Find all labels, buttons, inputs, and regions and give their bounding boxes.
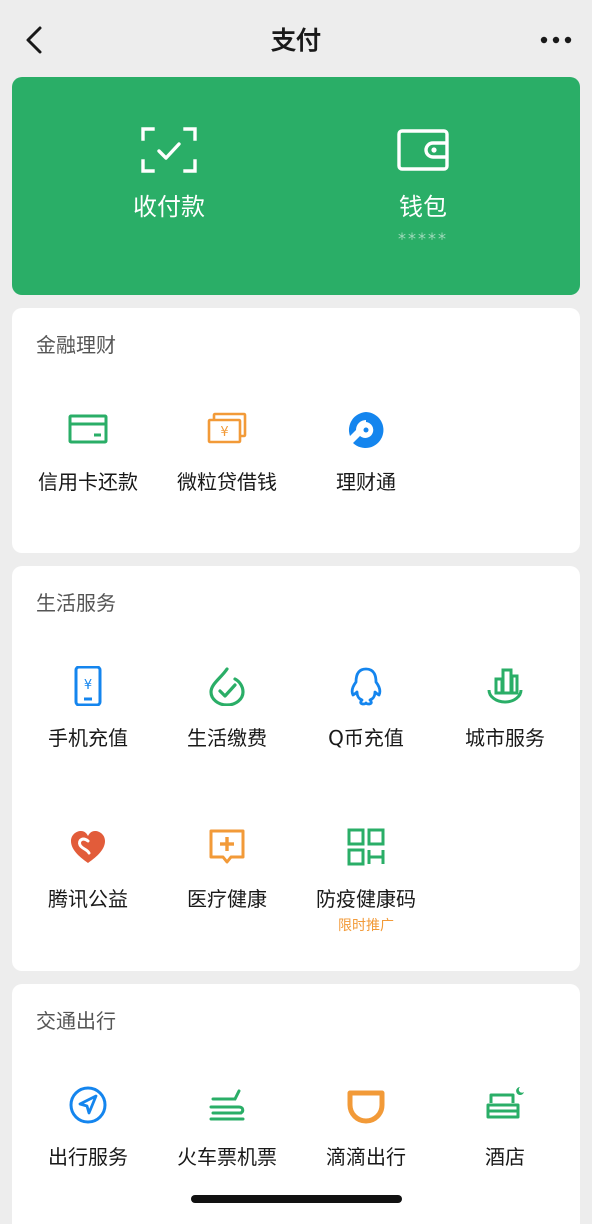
item-label: Q币充值 — [328, 726, 404, 750]
home-indicator[interactable] — [191, 1195, 402, 1203]
phone-topup-icon: ¥ — [74, 666, 102, 706]
item-label: 理财通 — [336, 470, 396, 494]
item-label: 腾讯公益 — [48, 887, 128, 911]
wallet-label: 钱包 — [399, 193, 447, 221]
wealth-icon — [348, 412, 384, 448]
item-label: 滴滴出行 — [326, 1145, 406, 1169]
medical-health-item[interactable]: 医疗健康 — [157, 827, 297, 947]
charity-heart-icon — [71, 831, 105, 863]
train-plane-icon — [209, 1089, 245, 1121]
receive-pay-button[interactable]: 收付款 — [69, 77, 269, 295]
transport-section: 交通出行 出行服务 火车票机票 滴滴出行 酒店 — [12, 984, 580, 1224]
credit-card-icon — [68, 414, 108, 444]
page-title: 支付 — [270, 26, 321, 55]
train-flight-item[interactable]: 火车票机票 — [157, 1085, 297, 1205]
travel-service-item[interactable]: 出行服务 — [18, 1085, 158, 1205]
item-label: 微粒贷借钱 — [177, 470, 277, 494]
qr-code-icon — [347, 828, 385, 866]
q-coin-topup-item[interactable]: Q币充值 — [296, 666, 436, 786]
didi-item[interactable]: 滴滴出行 — [296, 1085, 436, 1205]
payment-hero-card: 收付款 钱包 ***** — [12, 77, 580, 295]
nav-bar: 支付 — [0, 0, 592, 76]
item-label: 出行服务 — [48, 1145, 128, 1169]
chevron-left-icon — [26, 26, 42, 54]
medical-icon — [209, 829, 245, 864]
item-label: 城市服务 — [465, 726, 545, 750]
tencent-charity-item[interactable]: 腾讯公益 — [18, 827, 158, 947]
loan-money-icon: ¥ — [207, 412, 247, 444]
wallet-icon — [397, 129, 449, 171]
back-button[interactable] — [20, 24, 52, 56]
more-dots-icon — [540, 36, 572, 44]
health-code-item[interactable]: 防疫健康码 限时推广 — [296, 827, 436, 947]
section-title: 生活服务 — [36, 591, 116, 615]
qq-penguin-icon — [350, 667, 382, 706]
item-label: 医疗健康 — [187, 887, 267, 911]
hotel-bed-icon — [486, 1087, 524, 1119]
item-label: 防疫健康码 — [316, 887, 416, 911]
scan-check-icon — [141, 127, 197, 173]
svg-text:¥: ¥ — [220, 425, 228, 440]
section-title: 交通出行 — [36, 1009, 116, 1033]
more-button[interactable] — [536, 24, 576, 56]
svg-text:¥: ¥ — [84, 678, 92, 693]
wallet-balance-masked: ***** — [398, 229, 448, 248]
weilidai-loan-item[interactable]: ¥ 微粒贷借钱 — [157, 410, 297, 530]
city-service-item[interactable]: 城市服务 — [435, 666, 575, 786]
navigation-icon — [69, 1086, 107, 1124]
city-service-icon — [487, 668, 523, 704]
didi-icon — [347, 1090, 385, 1124]
wallet-button[interactable]: 钱包 ***** — [323, 77, 523, 295]
mobile-topup-item[interactable]: ¥ 手机充值 — [18, 666, 158, 786]
item-label: 火车票机票 — [177, 1145, 277, 1169]
item-label: 手机充值 — [48, 726, 128, 750]
finance-section: 金融理财 信用卡还款 ¥ 微粒贷借钱 理财通 — [12, 308, 580, 553]
life-services-section: 生活服务 ¥ 手机充值 生活缴费 Q币充值 城市服务 腾讯公益 医疗健康 防疫健… — [12, 566, 580, 971]
utility-bill-item[interactable]: 生活缴费 — [157, 666, 297, 786]
item-label: 生活缴费 — [187, 726, 267, 750]
item-label: 信用卡还款 — [38, 470, 138, 494]
item-label: 酒店 — [485, 1145, 525, 1169]
promo-tag: 限时推广 — [338, 918, 394, 934]
receive-pay-label: 收付款 — [133, 193, 205, 221]
credit-card-repay-item[interactable]: 信用卡还款 — [18, 410, 158, 530]
licaitong-item[interactable]: 理财通 — [296, 410, 436, 530]
section-title: 金融理财 — [36, 333, 116, 357]
hotel-item[interactable]: 酒店 — [435, 1085, 575, 1205]
utility-bill-icon — [209, 667, 245, 706]
